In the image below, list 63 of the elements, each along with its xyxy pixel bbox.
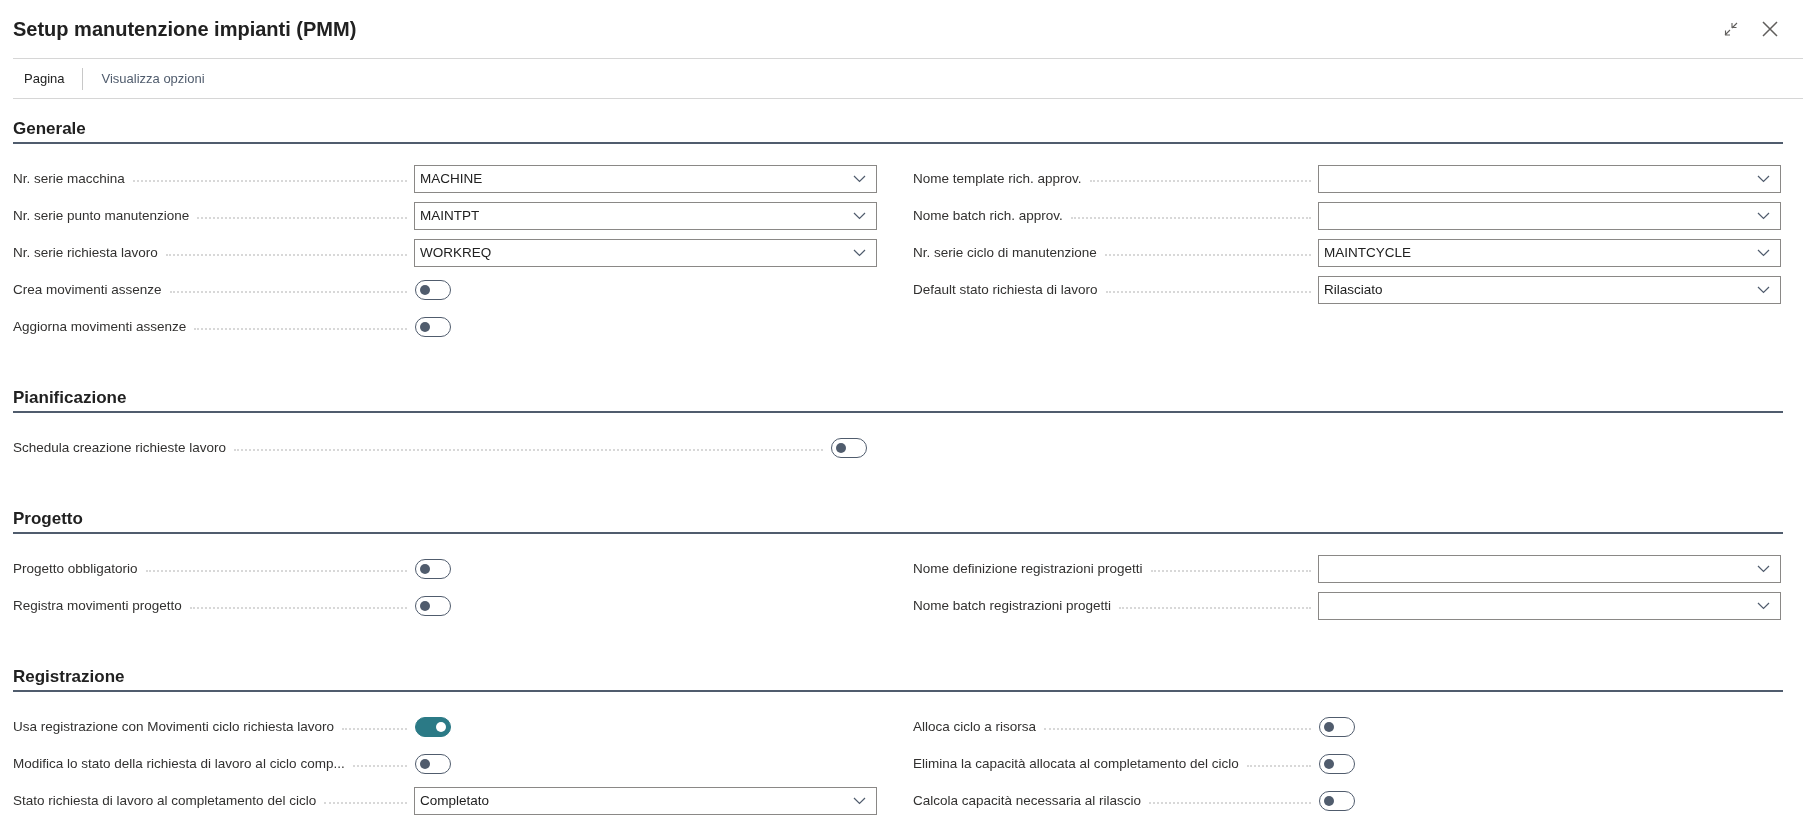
dropdown-field[interactable]: WORKREQ bbox=[414, 238, 877, 267]
field-label: Aggiorna movimenti assenze bbox=[13, 319, 187, 334]
section-heading: Registrazione bbox=[13, 664, 1783, 692]
field-label: Nome batch rich. approv. bbox=[913, 208, 1063, 223]
toggle-switch[interactable] bbox=[415, 716, 451, 737]
field-label: Nome definizione registrazioni progetti bbox=[913, 561, 1143, 576]
field-label: Progetto obbligatorio bbox=[13, 561, 138, 576]
dropdown-field[interactable]: MAINTPT bbox=[414, 201, 877, 230]
field-value: Completato bbox=[420, 793, 490, 808]
chevron-down-icon bbox=[1757, 211, 1770, 220]
section-heading: Generale bbox=[13, 116, 1783, 144]
toggle-switch[interactable] bbox=[415, 595, 451, 616]
toggle-switch[interactable] bbox=[1319, 753, 1355, 774]
action-tab[interactable]: Visualizza opzioni bbox=[91, 67, 215, 90]
chevron-down-icon bbox=[853, 796, 866, 805]
field-label: Nr. serie macchina bbox=[13, 171, 125, 186]
dropdown-field[interactable] bbox=[1318, 591, 1781, 620]
action-tab[interactable]: Pagina bbox=[13, 67, 75, 90]
toggle-switch[interactable] bbox=[1319, 790, 1355, 811]
chevron-down-icon bbox=[853, 211, 866, 220]
dropdown-field[interactable]: Completato bbox=[414, 786, 877, 815]
field-label: Crea movimenti assenze bbox=[13, 282, 162, 297]
chevron-down-icon bbox=[1757, 174, 1770, 183]
section-heading: Pianificazione bbox=[13, 385, 1783, 413]
dropdown-field[interactable]: MAINTCYCLE bbox=[1318, 238, 1781, 267]
chevron-down-icon bbox=[853, 248, 866, 257]
field-label: Registra movimenti progetto bbox=[13, 598, 182, 613]
chevron-down-icon bbox=[1757, 285, 1770, 294]
toggle-switch[interactable] bbox=[831, 437, 867, 458]
field-value: MAINTPT bbox=[420, 208, 480, 223]
chevron-down-icon bbox=[1757, 564, 1770, 573]
dropdown-field[interactable]: Rilasciato bbox=[1318, 275, 1781, 304]
chevron-down-icon bbox=[853, 174, 866, 183]
toggle-switch[interactable] bbox=[415, 279, 451, 300]
dropdown-field[interactable] bbox=[1318, 554, 1781, 583]
field-label: Alloca ciclo a risorsa bbox=[913, 719, 1037, 734]
field-label: Default stato richiesta di lavoro bbox=[913, 282, 1098, 297]
section-heading: Progetto bbox=[13, 506, 1783, 534]
toggle-switch[interactable] bbox=[1319, 716, 1355, 737]
chevron-down-icon bbox=[1757, 248, 1770, 257]
field-label: Schedula creazione richieste lavoro bbox=[13, 440, 227, 455]
page-title: Setup manutenzione impianti (PMM) bbox=[13, 17, 357, 41]
field-value: MACHINE bbox=[420, 171, 483, 186]
field-label: Nr. serie richiesta lavoro bbox=[13, 245, 158, 260]
field-label: Nr. serie punto manutenzione bbox=[13, 208, 190, 223]
toggle-switch[interactable] bbox=[415, 753, 451, 774]
field-label: Nome batch registrazioni progetti bbox=[913, 598, 1112, 613]
field-label: Stato richiesta di lavoro al completamento del ciclo bbox=[13, 793, 317, 808]
dropdown-field[interactable] bbox=[1318, 201, 1781, 230]
field-label: Modifica lo stato della richiesta di lavoro al ciclo comp... bbox=[13, 756, 345, 771]
field-label: Elimina la capacità allocata al completamento del ciclo bbox=[913, 756, 1239, 771]
dropdown-field[interactable]: MACHINE bbox=[414, 164, 877, 193]
field-value: WORKREQ bbox=[420, 245, 492, 260]
field-label: Nome template rich. approv. bbox=[913, 171, 1082, 186]
toggle-switch[interactable] bbox=[415, 558, 451, 579]
dropdown-field[interactable] bbox=[1318, 164, 1781, 193]
field-label: Calcola capacità necessaria al rilascio bbox=[913, 793, 1142, 808]
field-value: Rilasciato bbox=[1324, 282, 1383, 297]
field-label: Nr. serie ciclo di manutenzione bbox=[913, 245, 1097, 260]
field-value: MAINTCYCLE bbox=[1324, 245, 1411, 260]
field-label: Usa registrazione con Movimenti ciclo richiesta lavoro bbox=[13, 719, 335, 734]
chevron-down-icon bbox=[1757, 601, 1770, 610]
toggle-switch[interactable] bbox=[415, 316, 451, 337]
